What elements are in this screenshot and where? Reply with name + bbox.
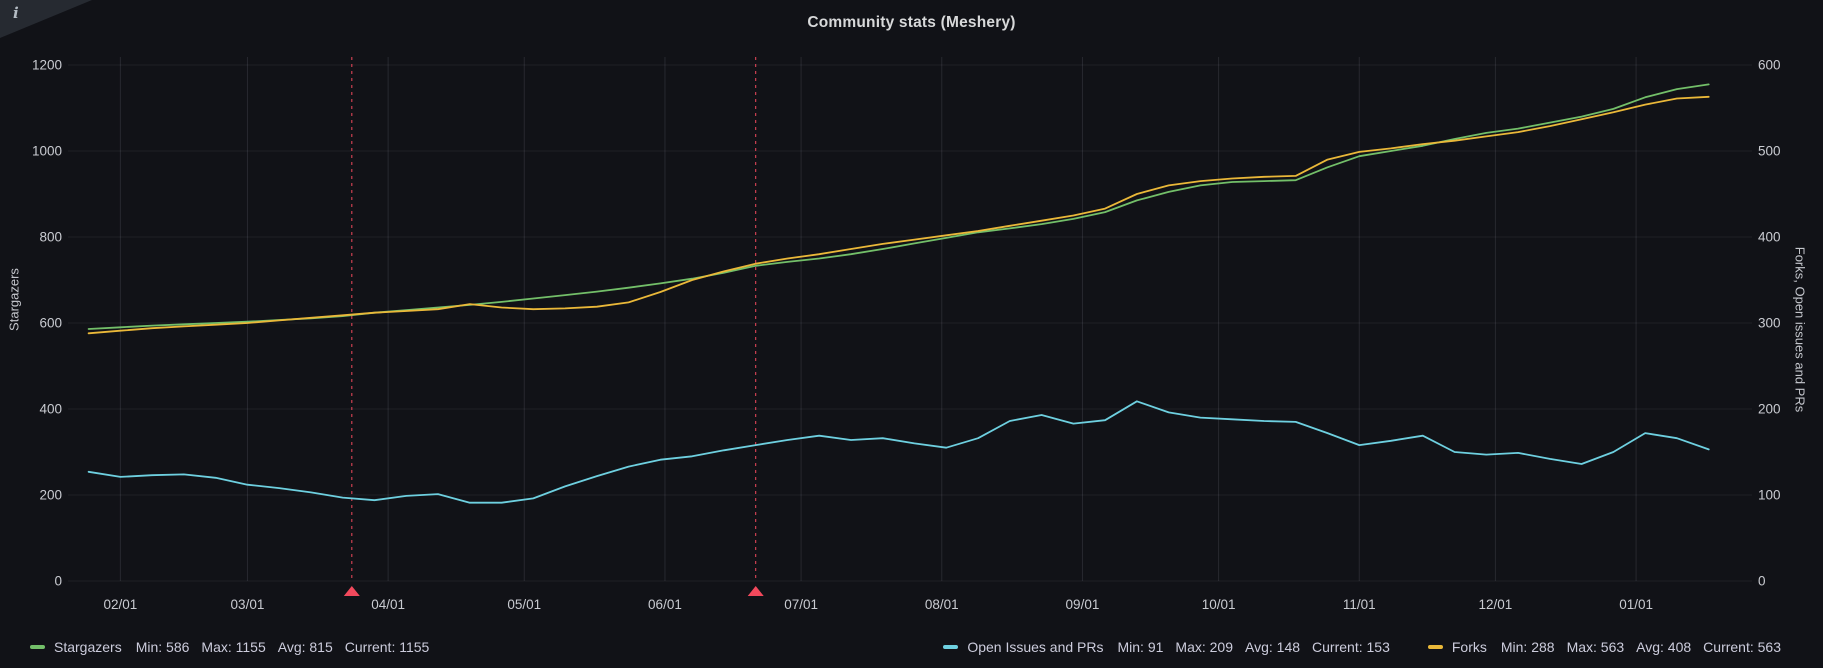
legend-series-name[interactable]: Open Issues and PRs [967, 639, 1103, 655]
series-line-forks [89, 97, 1709, 333]
x-axis-tick: 05/01 [507, 597, 541, 612]
y-axis-tick-right: 400 [1758, 230, 1781, 245]
y-axis-tick-right: 500 [1758, 144, 1781, 159]
legend-min: Min: 288 [1501, 639, 1555, 655]
annotation-marker[interactable] [344, 586, 360, 596]
legend-avg: Avg: 148 [1245, 639, 1300, 655]
legend-item-stargazers[interactable]: Stargazers Min: 586 Max: 1155 Avg: 815 C… [30, 639, 441, 655]
legend-series-name[interactable]: Stargazers [54, 639, 122, 655]
y-axis-tick-left: 600 [39, 316, 62, 331]
y-axis-tick-left: 400 [39, 402, 62, 417]
x-axis-tick: 04/01 [371, 597, 405, 612]
x-axis-tick: 01/01 [1619, 597, 1653, 612]
series-line-stargazers [89, 84, 1709, 329]
legend-max: Max: 209 [1175, 639, 1233, 655]
legend-swatch-stargazers [30, 645, 45, 649]
x-axis-tick: 03/01 [231, 597, 265, 612]
x-axis-tick: 11/01 [1343, 597, 1376, 612]
legend-series-name[interactable]: Forks [1452, 639, 1487, 655]
x-axis-tick: 02/01 [103, 597, 137, 612]
legend-min: Min: 91 [1118, 639, 1164, 655]
legend-avg: Avg: 408 [1636, 639, 1691, 655]
legend-item-open-issues[interactable]: Open Issues and PRs Min: 91 Max: 209 Avg… [943, 639, 1402, 655]
y-axis-tick-left: 0 [54, 574, 62, 589]
series-line-open-issues-and-prs [89, 401, 1709, 502]
x-axis-tick: 06/01 [648, 597, 682, 612]
y-axis-tick-right: 600 [1758, 58, 1781, 73]
y-axis-tick-right: 100 [1758, 488, 1781, 503]
y-axis-label-right: Forks, Open issues and PRs [1793, 230, 1808, 430]
x-axis-tick: 10/01 [1202, 597, 1236, 612]
chart-canvas[interactable]: 0 0 200 100 400 200 600 300 800 400 1000 500 1200 600… [0, 45, 1823, 620]
y-axis-tick-left: 1200 [32, 58, 62, 73]
legend-min: Min: 586 [136, 639, 190, 655]
y-axis-tick-left: 800 [39, 230, 62, 245]
legend-swatch-open-issues [943, 645, 958, 649]
y-axis-tick-left: 1000 [32, 144, 62, 159]
y-axis-tick-left: 200 [39, 488, 62, 503]
x-axis-tick: 08/01 [925, 597, 959, 612]
x-axis-tick: 12/01 [1479, 597, 1513, 612]
legend-current: Current: 563 [1703, 639, 1781, 655]
legend-item-forks[interactable]: Forks Min: 288 Max: 563 Avg: 408 Current… [1428, 639, 1793, 655]
x-axis-tick: 07/01 [784, 597, 818, 612]
chart-area: 0 0 200 100 400 200 600 300 800 400 1000 500 1200 600… [0, 45, 1823, 620]
panel-title[interactable]: Community stats (Meshery) [0, 0, 1823, 44]
y-axis-label-left: Stargazers [7, 235, 22, 365]
legend-swatch-forks [1428, 645, 1443, 649]
legend-avg: Avg: 815 [278, 639, 333, 655]
legend-current: Current: 153 [1312, 639, 1390, 655]
y-axis-tick-right: 200 [1758, 402, 1781, 417]
y-axis-tick-right: 300 [1758, 316, 1781, 331]
legend-max: Max: 563 [1567, 639, 1625, 655]
y-axis-tick-right: 0 [1758, 574, 1766, 589]
legend: Stargazers Min: 586 Max: 1155 Avg: 815 C… [0, 634, 1823, 660]
legend-current: Current: 1155 [345, 639, 430, 655]
annotation-marker[interactable] [748, 586, 764, 596]
legend-max: Max: 1155 [201, 639, 265, 655]
x-axis-tick: 09/01 [1066, 597, 1100, 612]
info-icon: i [13, 4, 19, 22]
